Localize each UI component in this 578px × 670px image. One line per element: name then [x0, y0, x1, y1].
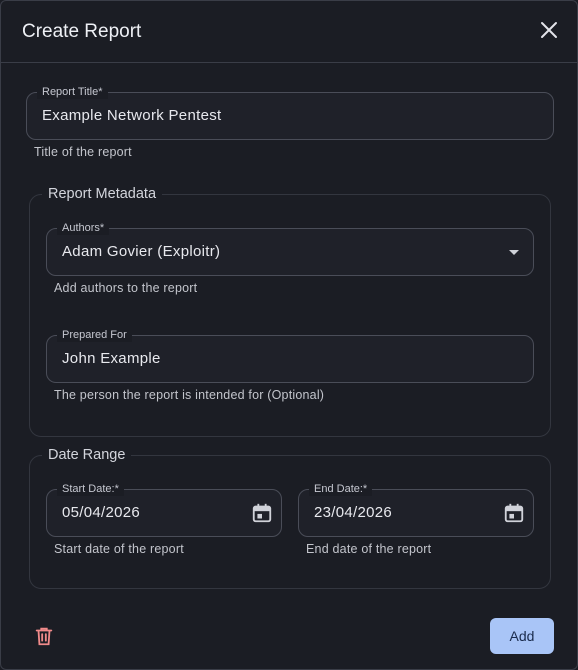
delete-button[interactable]	[33, 625, 55, 647]
end-date-field[interactable]: End Date:* 23/04/2026	[298, 482, 534, 537]
end-date-helper: End date of the report	[306, 542, 432, 556]
start-date-label: Start Date:*	[57, 482, 124, 496]
add-button[interactable]: Add	[490, 618, 554, 654]
prepared-for-helper: The person the report is intended for (O…	[54, 388, 325, 402]
dialog-header: Create Report	[1, 1, 577, 63]
authors-helper: Add authors to the report	[54, 281, 198, 295]
calendar-icon[interactable]	[503, 502, 525, 524]
report-title-helper: Title of the report	[34, 145, 132, 159]
create-report-dialog: Create Report Report Title* Example Netw…	[0, 0, 578, 670]
authors-select[interactable]: Authors* Adam Govier (Exploitr)	[46, 221, 534, 276]
report-title-label: Report Title*	[37, 85, 108, 99]
end-date-label: End Date:*	[309, 482, 373, 496]
report-metadata-legend: Report Metadata	[42, 184, 163, 204]
report-title-field[interactable]: Report Title* Example Network Pentest	[26, 85, 554, 140]
start-date-value: 05/04/2026	[62, 504, 141, 521]
authors-value: Adam Govier (Exploitr)	[62, 243, 221, 260]
close-icon	[541, 22, 557, 38]
report-metadata-group: Report Metadata Authors* Adam Govier (Ex…	[29, 184, 551, 437]
start-date-field[interactable]: Start Date:* 05/04/2026	[46, 482, 282, 537]
report-title-value: Example Network Pentest	[42, 107, 222, 124]
end-date-value: 23/04/2026	[314, 504, 393, 521]
date-range-legend: Date Range	[42, 445, 132, 465]
prepared-for-label: Prepared For	[57, 328, 132, 342]
date-range-group: Date Range Start Date:* 05/04/2026 Start…	[29, 445, 551, 589]
trash-icon	[35, 627, 53, 646]
authors-label: Authors*	[57, 221, 110, 235]
prepared-for-field[interactable]: Prepared For John Example	[46, 328, 534, 383]
close-button[interactable]	[537, 18, 561, 42]
prepared-for-value: John Example	[62, 350, 161, 367]
chevron-down-icon[interactable]	[509, 250, 519, 255]
start-date-helper: Start date of the report	[54, 542, 184, 556]
calendar-icon[interactable]	[251, 502, 273, 524]
dialog-title: Create Report	[22, 21, 142, 42]
